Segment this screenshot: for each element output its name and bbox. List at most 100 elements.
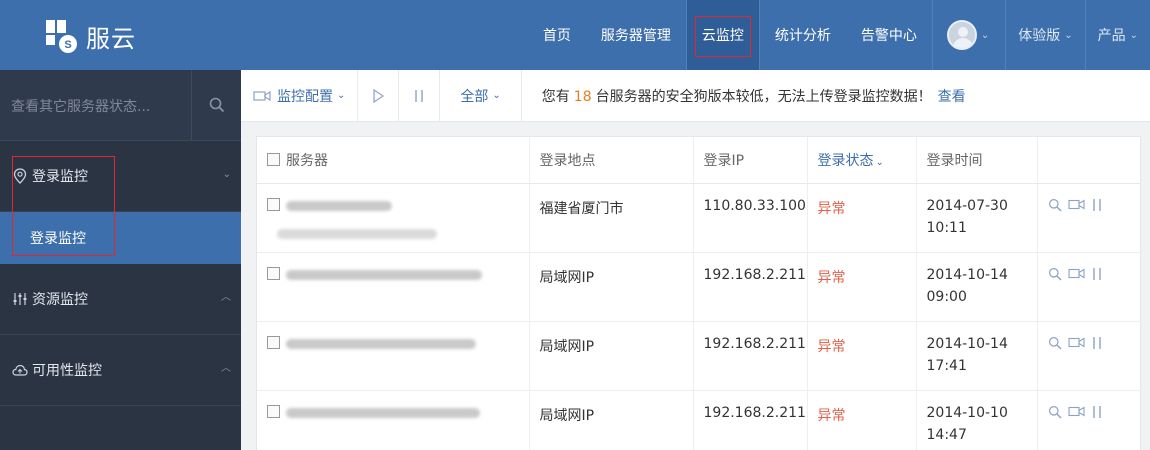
cell-actions <box>1037 183 1141 253</box>
search-input[interactable]: 查看其它服务器状态... <box>11 96 150 116</box>
camera-icon[interactable] <box>1067 406 1085 417</box>
pause-icon[interactable] <box>1091 336 1103 350</box>
table-row[interactable]: 局域网IP 192.168.2.211 异常 2014-10-14 09:00 <box>257 252 1141 322</box>
sidebar: 查看其它服务器状态... 登录监控 ⌄ 登录监控 资源监控 ︿ 可用性监控 ︿ <box>0 70 241 450</box>
main-nav: 首页 服务器管理 云监控 统计分析 告警中心 ⌄ 体验版 ⌄ 产品 ⌄ <box>528 0 1150 70</box>
cell-time: 2014-07-30 10:11 <box>916 183 1038 253</box>
cell-ip: 192.168.2.211 <box>693 390 808 450</box>
logo[interactable]: S 服云 <box>44 18 136 54</box>
cell-location: 福建省厦门市 <box>529 183 694 253</box>
sidebar-subitem-login-monitor[interactable]: 登录监控 <box>0 212 241 264</box>
toolbar: 监控配置 ⌄ 全部 ⌄ 您有 18 台服务器的安全狗版本较低，无法上传登录监控数据！… <box>241 69 1150 122</box>
camera-icon[interactable] <box>1067 268 1085 279</box>
login-records-panel: 服务器 登录地点 登录IP 登录状态 ⌄ 登录时间 福建省厦门市 110.80.33… <box>256 136 1141 450</box>
cell-time: 2014-10-14 17:41 <box>916 321 1038 391</box>
sidebar-item-login-monitor[interactable]: 登录监控 ⌄ <box>0 141 241 212</box>
row-checkbox[interactable] <box>267 266 280 280</box>
svg-text:S: S <box>64 39 71 51</box>
camera-icon <box>253 90 271 101</box>
nav-home[interactable]: 首页 <box>528 0 586 70</box>
cell-status: 异常 <box>807 321 917 391</box>
login-date: 2014-10-14 <box>926 266 1008 283</box>
row-checkbox[interactable] <box>267 197 280 211</box>
nav-alert-center[interactable]: 告警中心 <box>846 0 932 70</box>
monitor-config-button[interactable]: 监控配置 ⌄ <box>241 69 359 122</box>
select-all-checkbox[interactable] <box>267 152 280 166</box>
pause-button[interactable] <box>399 69 441 122</box>
cell-time: 2014-10-10 14:47 <box>916 390 1038 450</box>
row-checkbox[interactable] <box>267 404 280 418</box>
cell-ip: 192.168.2.211 <box>693 321 808 391</box>
chevron-down-icon: ⌄ <box>1129 29 1138 41</box>
table-row[interactable]: 局域网IP 192.168.2.211 异常 2014-10-10 14:47 <box>257 390 1141 450</box>
login-time: 14:47 <box>926 426 967 443</box>
avatar <box>946 20 977 50</box>
table-row[interactable]: 局域网IP 192.168.2.211 异常 2014-10-14 17:41 <box>257 321 1141 391</box>
redacted-server-address <box>277 228 437 239</box>
search-button[interactable] <box>191 70 241 140</box>
cell-ip: 110.80.33.100 <box>693 183 808 253</box>
notice-view-link[interactable]: 查看 <box>938 89 966 105</box>
cell-server <box>257 321 530 391</box>
play-icon <box>373 88 385 103</box>
sidebar-item-label: 登录监控 <box>32 169 88 185</box>
login-date: 2014-10-10 <box>926 404 1008 421</box>
table-header: 服务器 登录地点 登录IP 登录状态 ⌄ 登录时间 <box>257 137 1141 184</box>
column-status[interactable]: 登录状态 ⌄ <box>807 137 917 184</box>
sidebar-item-availability-monitor[interactable]: 可用性监控 ︿ <box>0 335 241 406</box>
cell-status: 异常 <box>807 390 917 450</box>
redacted-server-name <box>286 269 482 280</box>
nav-statistics[interactable]: 统计分析 <box>760 0 846 70</box>
redacted-server-name <box>286 200 392 211</box>
cell-location: 局域网IP <box>529 321 694 391</box>
search-icon[interactable] <box>1048 267 1062 281</box>
app-name: 服云 <box>86 24 136 53</box>
pause-icon <box>415 89 424 102</box>
search-icon[interactable] <box>1048 198 1062 212</box>
login-time: 17:41 <box>926 357 967 374</box>
sidebar-item-label: 可用性监控 <box>32 363 102 379</box>
login-records-table: 服务器 登录地点 登录IP 登录状态 ⌄ 登录时间 福建省厦门市 110.80.33… <box>257 137 1141 450</box>
nav-cloud-monitor[interactable]: 云监控 <box>686 0 759 70</box>
play-button[interactable] <box>358 69 400 122</box>
product-label: 产品 <box>1097 28 1126 44</box>
cell-server <box>257 390 530 450</box>
filter-dropdown[interactable]: 全部 ⌄ <box>440 69 522 122</box>
camera-icon[interactable] <box>1067 199 1085 210</box>
top-navbar: S 服云 首页 服务器管理 云监控 统计分析 告警中心 ⌄ 体验版 ⌄ 产品 ⌄ <box>0 0 1150 70</box>
cell-ip: 192.168.2.211 <box>693 252 808 322</box>
table-row[interactable]: 福建省厦门市 110.80.33.100 异常 2014-07-30 10:11 <box>257 183 1141 253</box>
chevron-down-icon: ⌄ <box>222 169 231 180</box>
sidebar-item-label: 资源监控 <box>32 292 88 308</box>
search-icon[interactable] <box>1048 336 1062 350</box>
search-icon <box>209 97 224 113</box>
search-icon[interactable] <box>1048 405 1062 419</box>
pause-icon[interactable] <box>1091 267 1103 281</box>
filter-label: 全部 <box>460 88 489 105</box>
column-actions <box>1037 137 1141 184</box>
notice-suffix: 台服务器的安全狗版本较低，无法上传登录监控数据！ <box>595 88 932 105</box>
cell-status: 异常 <box>807 183 917 253</box>
cell-time: 2014-10-14 09:00 <box>916 252 1038 322</box>
cell-actions <box>1037 390 1141 450</box>
cloud-icon <box>12 362 28 378</box>
pause-icon[interactable] <box>1091 405 1103 419</box>
login-date: 2014-10-14 <box>926 335 1008 352</box>
cell-status: 异常 <box>807 252 917 322</box>
column-time: 登录时间 <box>916 137 1038 184</box>
chevron-down-icon: ⌄ <box>337 90 346 101</box>
chevron-up-icon: ︿ <box>221 292 231 303</box>
nav-server-management[interactable]: 服务器管理 <box>586 0 686 70</box>
row-checkbox[interactable] <box>267 335 280 349</box>
product-menu[interactable]: 产品 ⌄ <box>1086 0 1150 70</box>
user-menu[interactable]: ⌄ <box>933 0 1005 70</box>
camera-icon[interactable] <box>1067 337 1085 348</box>
cell-server <box>257 252 530 322</box>
location-pin-icon <box>12 168 28 184</box>
column-label: 服务器 <box>286 152 328 169</box>
sidebar-item-resource-monitor[interactable]: 资源监控 ︿ <box>0 264 241 335</box>
pause-icon[interactable] <box>1091 198 1103 212</box>
edition-menu[interactable]: 体验版 ⌄ <box>1006 0 1084 70</box>
notice-prefix: 您有 <box>541 88 570 105</box>
chevron-down-icon: ⌄ <box>1064 29 1073 41</box>
